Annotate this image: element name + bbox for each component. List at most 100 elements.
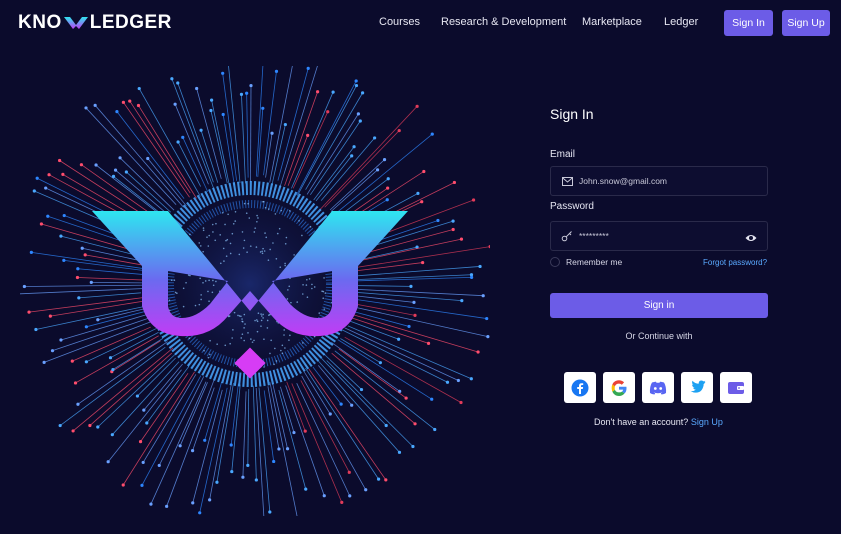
field-dot (209, 353, 211, 356)
nav-research-development[interactable]: Research & Development (441, 16, 566, 28)
ray-dot (27, 310, 31, 314)
ray-dot (471, 198, 476, 202)
ray-dot (111, 174, 116, 178)
ray-dot (274, 69, 279, 73)
ray-dot (397, 450, 402, 454)
field-dot (257, 217, 259, 219)
field-dot (243, 313, 246, 316)
ray-dot (94, 163, 98, 167)
field-dot (324, 292, 327, 294)
wallet-login-button[interactable] (720, 372, 752, 403)
field-dot (269, 352, 271, 355)
facebook-login-button[interactable] (564, 372, 596, 403)
ray-dot (384, 423, 388, 428)
field-dot (240, 315, 242, 318)
ray-dot (272, 459, 276, 464)
field-dot (208, 300, 210, 302)
field-dot (286, 298, 289, 300)
ray-line (279, 66, 318, 188)
field-dot (198, 242, 201, 244)
field-dot (234, 211, 237, 213)
ray-dot (135, 394, 140, 398)
ray-dot (331, 90, 335, 94)
field-dot (231, 232, 234, 235)
brand-logo[interactable]: KNO LEDGER (18, 12, 172, 33)
ray-dot (46, 214, 50, 218)
ray-dot (190, 449, 195, 453)
ray-dot (198, 511, 202, 515)
social-login-buttons (564, 372, 752, 403)
ray-dot (106, 460, 110, 464)
mail-icon (561, 175, 573, 187)
ray-line (59, 346, 166, 426)
sign-in-button[interactable]: Sign in (550, 293, 768, 318)
field-dot (288, 210, 291, 212)
field-dot (262, 247, 264, 250)
nav-marketplace[interactable]: Marketplace (582, 16, 642, 28)
discord-icon (649, 381, 667, 394)
ray-line (344, 336, 462, 403)
ray-dot (57, 158, 62, 163)
field-dot (301, 234, 303, 237)
password-input[interactable] (579, 231, 729, 241)
email-field[interactable] (550, 166, 768, 196)
field-dot (260, 325, 262, 327)
field-dot (266, 327, 269, 329)
field-dot (284, 347, 286, 349)
remember-me-radio[interactable] (550, 257, 560, 267)
ray-dot (138, 440, 143, 444)
ray-dot (110, 433, 114, 437)
password-field[interactable] (550, 221, 768, 251)
field-dot (233, 311, 236, 314)
ray-dot (436, 218, 440, 223)
ray-dot (254, 478, 258, 482)
header-sign-up-button[interactable]: Sign Up (782, 10, 830, 36)
ray-dot (89, 280, 93, 284)
field-dot (287, 289, 289, 291)
field-dot (280, 209, 283, 212)
google-login-button[interactable] (603, 372, 635, 403)
ray-line (20, 288, 144, 295)
nav-courses[interactable]: Courses (379, 16, 420, 28)
ray-line (255, 387, 265, 516)
ray-dot (350, 403, 354, 407)
discord-login-button[interactable] (642, 372, 674, 403)
ray-dot (404, 396, 408, 400)
ray-dot (93, 103, 97, 107)
ray-line (285, 385, 325, 496)
email-input[interactable] (579, 176, 729, 186)
ray-dot (470, 275, 474, 279)
twitter-login-button[interactable] (681, 372, 713, 403)
signup-link[interactable]: Sign Up (691, 417, 723, 427)
ray-dot (382, 157, 387, 162)
ray-dot (478, 264, 482, 269)
field-dot (244, 323, 246, 325)
ray-dot (339, 402, 343, 406)
hero-illustration (20, 66, 490, 516)
ray-line (242, 391, 247, 478)
ray-line (122, 371, 195, 486)
ray-dot (111, 367, 115, 372)
field-dot (219, 234, 222, 236)
ray-dot (84, 360, 88, 364)
ray-line (107, 369, 182, 462)
ray-dot (121, 100, 126, 104)
header-sign-in-button[interactable]: Sign In (724, 10, 773, 36)
forgot-password-link[interactable]: Forgot password? (703, 258, 767, 267)
ray-dot (136, 103, 141, 108)
logo-text-right: LEDGER (89, 12, 172, 33)
field-dot (194, 304, 197, 307)
logo-w-icon (63, 17, 88, 29)
remember-me[interactable]: Remember me (550, 257, 622, 267)
nav-ledger[interactable]: Ledger (664, 16, 698, 28)
ray-dot (488, 245, 490, 249)
field-dot (223, 260, 225, 262)
ray-dot (208, 498, 212, 502)
show-password-eye-icon[interactable] (745, 231, 757, 243)
ray-dot (306, 66, 310, 70)
field-dot (256, 320, 259, 323)
wallet-icon (728, 381, 744, 394)
ray-dot (239, 92, 244, 96)
ray-dot (430, 397, 434, 401)
ray-dot (306, 133, 310, 137)
